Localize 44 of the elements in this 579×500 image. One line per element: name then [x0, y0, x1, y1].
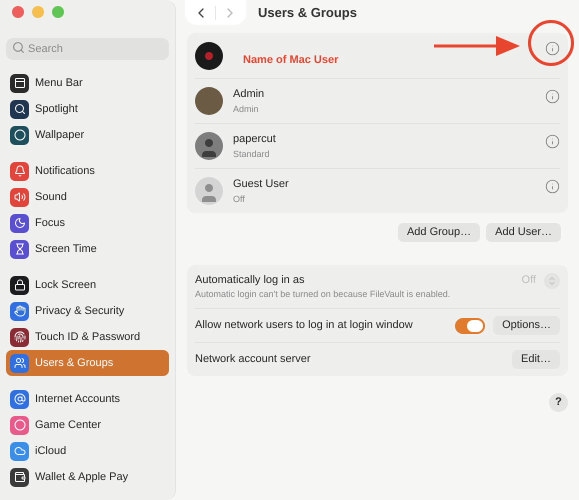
user-avatar	[195, 177, 223, 205]
photo-placeholder	[195, 87, 223, 115]
sidebar-item[interactable]: Wallet & Apple Pay	[6, 464, 169, 490]
info-icon[interactable]	[545, 41, 560, 56]
stepper-icon	[544, 272, 560, 288]
user-name: Admin	[233, 87, 266, 102]
setting-label: Allow network users to log in at login window	[195, 318, 414, 334]
sidebar-item[interactable]: Game Center	[6, 412, 169, 438]
record-avatar	[195, 42, 223, 70]
sidebar-item[interactable]: Internet Accounts	[6, 386, 169, 412]
add-button[interactable]: Add User…	[486, 223, 561, 242]
sidebar-item[interactable]: Focus	[6, 210, 169, 236]
info-icon[interactable]	[545, 134, 560, 148]
add-button[interactable]: Add Group…	[398, 223, 480, 242]
search-icon	[12, 41, 25, 54]
sidebar-item[interactable]: Touch ID & Password	[6, 324, 169, 350]
sidebar-item[interactable]: Screen Time	[6, 236, 169, 262]
search-field[interactable]: Search	[6, 38, 169, 60]
info-icon[interactable]	[545, 88, 560, 104]
toggle-switch[interactable]	[455, 318, 486, 334]
user-role: Standard	[233, 148, 271, 160]
sidebar-item[interactable]: Sound	[6, 184, 169, 210]
setting-button[interactable]: Options…	[493, 316, 560, 335]
user-role: Off	[233, 192, 246, 206]
sidebar-item[interactable]: iCloud	[6, 438, 169, 464]
setting-label: Automatically log in as	[195, 272, 306, 288]
sidebar-item[interactable]: Privacy & Security	[6, 298, 169, 324]
user-name: Guest User	[233, 177, 290, 192]
setting-button[interactable]: Edit…	[512, 350, 560, 369]
info-icon[interactable]	[545, 178, 560, 194]
sidebar-item[interactable]: Lock Screen	[6, 272, 169, 298]
user-name: papercut	[233, 132, 277, 147]
close-button[interactable]	[12, 6, 24, 18]
help-button[interactable]: ?	[549, 393, 568, 412]
user-avatar	[195, 132, 223, 160]
sidebar-item[interactable]: Wallpaper	[6, 122, 169, 148]
sidebar-item[interactable]: Spotlight	[6, 96, 169, 122]
setting-note: Automatic login can't be turned on because FileVault is enabled.	[195, 288, 452, 301]
window-title: Users & Groups	[258, 4, 357, 22]
user-name: Name of Mac User	[243, 53, 340, 68]
sidebar-item[interactable]: Notifications	[6, 158, 169, 184]
user-role: Admin	[233, 102, 260, 116]
setting-label: Network account server	[195, 352, 312, 368]
sidebar-item[interactable]: Menu Bar	[6, 70, 169, 96]
